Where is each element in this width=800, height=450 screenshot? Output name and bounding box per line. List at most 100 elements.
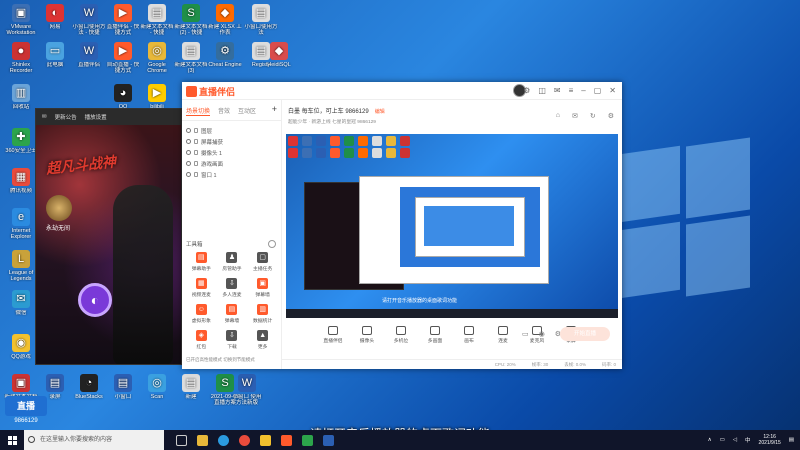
desktop-icon[interactable]: S 新建文本文档 (2) - 快捷 [174,4,208,36]
phone-tab-0[interactable]: ✉ [42,114,47,120]
desktop-icon[interactable]: ▣ VMware Workstation [4,4,38,36]
control-button[interactable]: 连麦 [492,326,514,344]
menu-icon[interactable]: ≡ [569,86,574,95]
phone-tab-2[interactable]: 播放设置 [85,113,107,121]
scene-item[interactable]: 屏幕捕获 [186,136,277,147]
phone-tab-1[interactable]: 更新公告 [55,113,77,121]
volume-icon[interactable]: ◁ [733,437,737,443]
live-broadcast-button[interactable]: ◐ [78,283,112,317]
desktop-icon[interactable]: ◆ HeidiSQL [262,42,296,74]
gear-icon[interactable]: ⚙ [608,112,614,120]
performance-mode-note[interactable]: 已开启高性能模式 切换到节能模式 [186,357,255,363]
desktop-icon[interactable]: ▤ 新建文本文档 - 快捷 [140,4,174,36]
lock-icon[interactable] [194,150,198,155]
tool-item[interactable]: ☺ 虚拟形象 [186,304,217,324]
file-explorer-icon[interactable] [197,434,208,446]
tray-chevron-icon[interactable]: ∧ [708,437,712,443]
phone-emulator-window[interactable]: ✉ 更新公告 播放设置 超凡斗战神 永劫无间 ◐ [35,108,182,365]
lock-icon[interactable] [194,139,198,144]
eye-icon[interactable] [186,172,191,177]
desktop-icon[interactable]: ✉ 微信 [4,290,38,322]
control-button[interactable]: 多机位 [390,326,412,344]
desktop-icon[interactable]: ◔ BlueStacks [72,374,106,406]
desktop-icon[interactable]: L League of Legends [4,250,38,282]
clock[interactable]: 12:16 2021/9/15 [759,434,781,446]
scene-item[interactable]: 摄像头 1 [186,147,277,158]
desktop-icon[interactable]: ▤ 小窗口 [106,374,140,406]
desktop-icon[interactable]: ▭ 此电脑 [38,42,72,74]
tool-item[interactable]: ▦ 视频连麦 [186,278,217,298]
tool-item[interactable]: ▢ 主播任务 [247,252,278,272]
scene-item[interactable]: 游戏画面 [186,158,277,169]
tool-item[interactable]: ⇩ 多人连麦 [217,278,248,298]
desktop-icon[interactable]: W 小窗口 使用方法新版 [230,374,264,406]
minimize-icon[interactable]: – [581,86,585,95]
desktop-icon[interactable]: e Internet Explorer [4,208,38,240]
eye-icon[interactable] [186,150,191,155]
notification-icon[interactable]: ▤ [789,437,794,443]
live-companion-icon[interactable] [281,434,292,446]
desktop-icon[interactable]: ◉ QQ游戏 [4,334,38,366]
folder-icon[interactable] [260,434,271,446]
tool-item[interactable]: ◈ 红包 [186,330,217,350]
desktop-icon[interactable]: ◐ 网易 [38,4,72,36]
maximize-icon[interactable]: ▢ [594,86,602,95]
settings-icon[interactable]: ⚙ [523,86,530,95]
desktop-icon[interactable]: ▤ 新建 [174,374,208,406]
control-button[interactable]: 画布 [458,326,480,344]
eye-icon[interactable] [186,128,191,133]
refresh-icon[interactable]: ↻ [590,112,596,120]
start-live-button[interactable]: 开始直播 [560,327,610,341]
control-button[interactable]: 多画面 [424,326,446,344]
tool-item[interactable]: ▣ 弹幕墙 [247,278,278,298]
stream-preview[interactable]: 请打开音乐播放器的桌面歌词功能 [286,134,618,318]
wechat-icon[interactable] [302,434,313,446]
tool-item[interactable]: ♟ 房管助手 [217,252,248,272]
close-icon[interactable]: ✕ [609,86,616,95]
tab-scene[interactable]: 场景切换 [186,106,211,116]
live-companion-window[interactable]: 直播伴侣 ⚙ ◫ ✉ ≡ – ▢ ✕ 场景切换 音效 互动区 + 图层 屏幕捕获… [182,82,622,369]
desktop-icon[interactable]: ▤ 新建文本文档 (3) [174,42,208,74]
lock-icon[interactable] [194,128,198,133]
lock-icon[interactable] [194,172,198,177]
tool-item[interactable]: ▥ 数据统计 [247,304,278,324]
desktop-icon[interactable]: ⚙ Cheat Engine [208,42,242,74]
desktop-icon[interactable]: ▦ 腾讯视频 [4,168,38,200]
desktop-icon[interactable]: ◆ 新建 XLSX 工作表 [208,4,242,36]
desktop-icon[interactable]: ◎ Google Chrome [140,42,174,74]
eye-icon[interactable] [186,161,191,166]
control-button[interactable]: 摄像头 [356,326,378,344]
desktop-icon[interactable]: ▤ 小窗口使用方法 [244,4,278,36]
tab-audio[interactable]: 音效 [218,106,230,116]
edge-icon[interactable] [218,434,229,446]
mic-icon[interactable]: ◉ [539,330,545,338]
home-icon[interactable]: ⌂ [556,112,560,120]
scene-item[interactable]: 图层 [186,125,277,136]
pinned-app-icon[interactable] [323,434,334,446]
desktop-icon[interactable]: ● Shinlex Recorder [4,42,38,74]
desktop-icon[interactable]: ▥ 回收站 [4,84,38,116]
start-button[interactable] [0,430,24,450]
scene-item[interactable]: 窗口 1 [186,169,277,180]
desktop-icon[interactable]: ◎ Scan [140,374,174,406]
tool-item[interactable]: ▤ 弹幕墙 [217,304,248,324]
camera-icon[interactable]: ▭ [522,330,529,338]
task-view-icon[interactable] [176,434,187,446]
lock-icon[interactable] [194,161,198,166]
desktop-icon[interactable]: ▶ 自动直播 - 快捷方式 [106,42,140,74]
tool-item[interactable]: ⇩ 下载 [217,330,248,350]
desktop-icon[interactable]: ✚ 360安全卫士 [4,128,38,160]
edit-stream-link[interactable]: 编辑 [375,109,385,115]
desktop-icon[interactable]: W 小窗口使用方法 - 快捷 [72,4,106,36]
tool-item[interactable]: ▲ 更多 [247,330,278,350]
desktop-icon[interactable]: ▶ 直播伴侣 - 快捷方式 [106,4,140,36]
toolbox-toggle-icon[interactable] [268,240,276,248]
add-scene-button[interactable]: + [272,105,277,116]
control-button[interactable]: 直播伴侣 [322,326,344,344]
skin-icon[interactable]: ◫ [538,86,546,95]
tool-item[interactable]: ▤ 弹幕助手 [186,252,217,272]
tab-interact[interactable]: 互动区 [238,106,256,116]
desktop-icon[interactable]: W 直播伴侣 [72,42,106,74]
mail-icon[interactable]: ✉ [572,112,578,120]
chrome-icon[interactable] [239,434,250,446]
